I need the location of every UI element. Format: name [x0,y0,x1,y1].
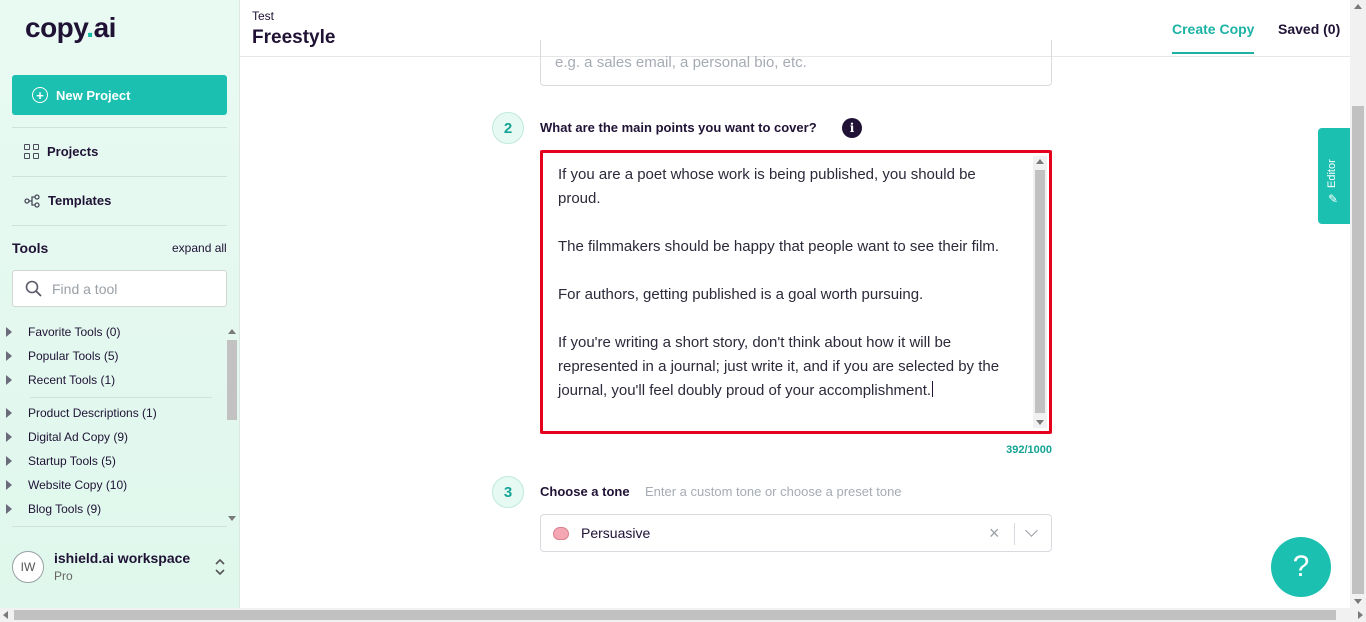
textarea-paragraph: If you are a poet whose work is being pu… [558,166,976,207]
tool-group-product-descriptions[interactable]: Product Descriptions (1) [6,406,157,420]
step-number-badge: 2 [492,112,524,144]
divider [12,176,227,177]
find-tool-search[interactable] [12,270,227,307]
editor-tab-label: Editor [1326,159,1338,188]
sidebar-item-projects[interactable]: Projects [24,144,98,159]
scroll-up-arrow-icon[interactable] [1036,159,1044,164]
tool-group-website-copy[interactable]: Website Copy (10) [6,478,127,492]
tools-heading: Tools [12,240,49,256]
divider [1014,523,1015,545]
scroll-down-arrow-icon[interactable] [1036,420,1044,425]
scrollbar-thumb[interactable] [1352,106,1364,594]
character-count: 392/1000 [1006,444,1052,456]
caret-right-icon [6,504,12,514]
info-icon[interactable]: i [842,118,862,138]
workspace-switcher[interactable]: IW ishield.ai workspace Pro [12,550,190,583]
tool-group-label: Recent Tools (1) [28,373,116,387]
brain-icon [553,526,569,540]
scrollbar-thumb[interactable] [14,610,1336,620]
templates-icon [24,193,40,208]
find-tool-input[interactable] [52,280,202,297]
tool-group-label: Startup Tools (5) [28,454,116,468]
scrollbar-thumb[interactable] [227,340,237,420]
new-project-button[interactable]: + New Project [12,75,227,115]
tone-selected-value: Persuasive [581,525,651,541]
sidebar-item-templates[interactable]: Templates [24,193,111,208]
tool-group-popular[interactable]: Popular Tools (5) [6,349,119,363]
caret-right-icon [6,375,12,385]
divider [30,397,212,398]
pencil-icon: ✎ [1328,192,1339,206]
textarea-paragraph: For authors, getting published is a goal… [558,286,924,303]
tab-saved[interactable]: Saved (0) [1278,21,1340,37]
sidebar: copy.ai + New Project Projects Templates… [0,0,240,608]
tone-hint: Enter a custom tone or choose a preset t… [645,484,902,499]
scroll-left-arrow-icon[interactable] [3,611,8,619]
avatar: IW [12,550,44,583]
tool-group-label: Website Copy (10) [28,478,128,492]
sidebar-item-label: Templates [48,193,112,208]
scroll-up-arrow-icon[interactable] [228,329,236,334]
tool-group-label: Blog Tools (9) [28,502,102,516]
expand-all-link[interactable]: expand all [172,241,227,255]
main-points-textarea[interactable]: If you are a poet whose work is being pu… [540,150,1052,434]
tool-group-blog-tools[interactable]: Blog Tools (9) [6,502,101,516]
main-points-label: What are the main points you want to cov… [540,120,817,135]
caret-right-icon [6,456,12,466]
divider [12,526,227,527]
sidebar-item-label: Projects [47,144,99,159]
search-icon [25,280,42,297]
grid-icon [24,144,39,159]
caret-right-icon [6,351,12,361]
textarea-paragraph: The filmmakers should be happy that peop… [558,238,1000,255]
plus-circle-icon: + [32,87,48,103]
caret-right-icon [6,327,12,337]
tone-label: Choose a tone [540,484,630,499]
chevron-up-down-icon[interactable] [214,557,226,578]
scroll-right-arrow-icon[interactable] [1358,611,1363,619]
clear-icon[interactable]: × [989,523,1000,544]
chevron-down-icon[interactable] [1025,524,1038,537]
tool-group-digital-ad-copy[interactable]: Digital Ad Copy (9) [6,430,128,444]
tool-group-label: Digital Ad Copy (9) [28,430,129,444]
page-horizontal-scrollbar[interactable] [0,608,1366,622]
tool-group-label: Favorite Tools (0) [28,325,121,339]
tool-group-favorite[interactable]: Favorite Tools (0) [6,325,120,339]
page-title: Freestyle [252,27,336,48]
workspace-plan: Pro [54,569,73,583]
divider [12,127,227,128]
editor-side-tab[interactable]: Editor ✎ [1318,128,1350,224]
page-vertical-scrollbar[interactable] [1350,0,1366,608]
textarea-paragraph-last: If you're writing a short story, don't t… [558,331,1019,403]
tool-group-startup-tools[interactable]: Startup Tools (5) [6,454,116,468]
scroll-up-arrow-icon[interactable] [1354,4,1362,9]
tone-select[interactable]: Persuasive × [540,514,1052,552]
breadcrumb[interactable]: Test [252,9,274,23]
step-number-badge: 3 [492,476,524,508]
copyai-logo[interactable]: copy.ai [25,12,116,44]
scroll-down-arrow-icon[interactable] [1354,599,1362,604]
caret-right-icon [6,480,12,490]
divider [12,225,227,226]
caret-right-icon [6,432,12,442]
tool-group-label: Product Descriptions (1) [28,406,157,420]
textarea-scrollbar[interactable] [1033,156,1047,428]
tool-group-recent[interactable]: Recent Tools (1) [6,373,115,387]
text-cursor [932,381,934,397]
caret-right-icon [6,408,12,418]
scrollbar-thumb[interactable] [1035,170,1045,413]
tool-list-scrollbar[interactable] [226,326,238,524]
tab-create-copy[interactable]: Create Copy [1172,21,1255,54]
new-project-label: New Project [56,87,131,103]
workspace-name: ishield.ai workspace [54,550,191,566]
help-button[interactable]: ? [1271,537,1331,597]
step1-input[interactable]: e.g. a sales email, a personal bio, etc. [540,40,1052,86]
scroll-down-arrow-icon[interactable] [228,516,236,521]
tool-group-label: Popular Tools (5) [28,349,119,363]
